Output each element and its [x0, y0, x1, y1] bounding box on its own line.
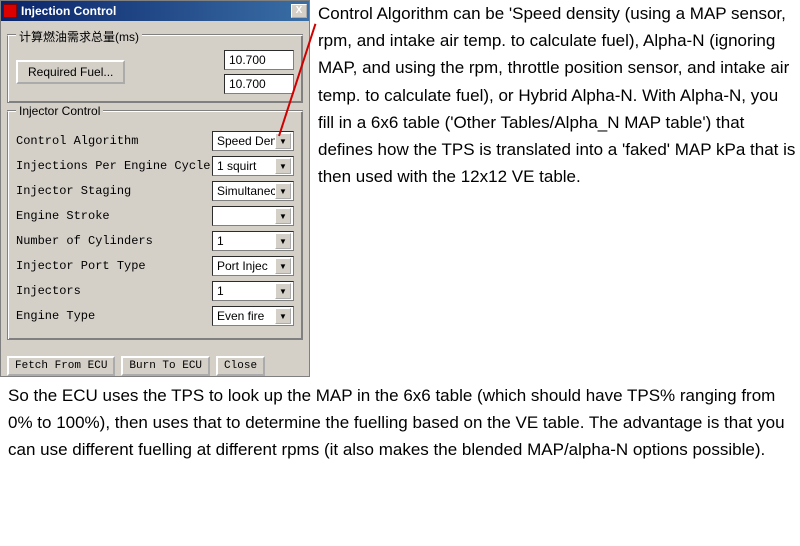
select-engine-type[interactable]: Even fire ▼	[212, 306, 294, 326]
chevron-down-icon: ▼	[275, 283, 291, 299]
chevron-down-icon: ▼	[275, 308, 291, 324]
row-control-algorithm: Control Algorithm Speed Dens ▼	[16, 131, 294, 151]
label-injectors: Injectors	[16, 284, 212, 298]
injector-control-group: Injector Control Control Algorithm Speed…	[7, 111, 303, 340]
chevron-down-icon: ▼	[275, 233, 291, 249]
description-right: Control Algorithm can be 'Speed density …	[318, 0, 796, 190]
label-engine-stroke: Engine Stroke	[16, 209, 212, 223]
close-button[interactable]: Close	[216, 356, 265, 376]
label-number-of-cylinders: Number of Cylinders	[16, 234, 212, 248]
row-injectors: Injectors 1 ▼	[16, 281, 294, 301]
chevron-down-icon: ▼	[275, 208, 291, 224]
description-bottom: So the ECU uses the TPS to look up the M…	[8, 382, 796, 464]
select-number-of-cylinders[interactable]: 1 ▼	[212, 231, 294, 251]
required-fuel-value-2[interactable]	[224, 74, 294, 94]
injector-group-legend: Injector Control	[16, 104, 103, 118]
required-fuel-button[interactable]: Required Fuel...	[16, 60, 125, 84]
chevron-down-icon: ▼	[275, 158, 291, 174]
row-injector-staging: Injector Staging Simultanec ▼	[16, 181, 294, 201]
label-injector-staging: Injector Staging	[16, 184, 212, 198]
row-number-of-cylinders: Number of Cylinders 1 ▼	[16, 231, 294, 251]
fetch-from-ecu-button[interactable]: Fetch From ECU	[7, 356, 115, 376]
select-engine-stroke[interactable]: ▼	[212, 206, 294, 226]
fuel-required-group: 计算燃油需求总量(ms) Required Fuel...	[7, 35, 303, 103]
required-fuel-value-1[interactable]	[224, 50, 294, 70]
select-injections-per-cycle[interactable]: 1 squirt ▼	[212, 156, 294, 176]
titlebar[interactable]: Injection Control X	[1, 1, 309, 21]
chevron-down-icon: ▼	[275, 258, 291, 274]
row-injections-per-cycle: Injections Per Engine Cycle 1 squirt ▼	[16, 156, 294, 176]
chevron-down-icon: ▼	[275, 183, 291, 199]
row-engine-type: Engine Type Even fire ▼	[16, 306, 294, 326]
dialog-body: 计算燃油需求总量(ms) Required Fuel... Injector C…	[1, 21, 309, 352]
row-injector-port-type: Injector Port Type Port Injec ▼	[16, 256, 294, 276]
row-engine-stroke: Engine Stroke ▼	[16, 206, 294, 226]
select-injector-staging[interactable]: Simultanec ▼	[212, 181, 294, 201]
select-injectors[interactable]: 1 ▼	[212, 281, 294, 301]
close-icon[interactable]: X	[291, 4, 307, 18]
fuel-group-legend: 计算燃油需求总量(ms)	[16, 28, 142, 45]
dialog-button-row: Fetch From ECU Burn To ECU Close	[1, 352, 309, 376]
label-control-algorithm: Control Algorithm	[16, 134, 212, 148]
label-injector-port-type: Injector Port Type	[16, 259, 212, 273]
select-injector-port-type[interactable]: Port Injec ▼	[212, 256, 294, 276]
select-control-algorithm[interactable]: Speed Dens ▼	[212, 131, 294, 151]
window-title: Injection Control	[21, 4, 291, 18]
label-engine-type: Engine Type	[16, 309, 212, 323]
label-injections-per-cycle: Injections Per Engine Cycle	[16, 159, 212, 173]
injection-control-dialog: Injection Control X 计算燃油需求总量(ms) Require…	[0, 0, 310, 377]
app-icon	[3, 4, 17, 18]
burn-to-ecu-button[interactable]: Burn To ECU	[121, 356, 210, 376]
